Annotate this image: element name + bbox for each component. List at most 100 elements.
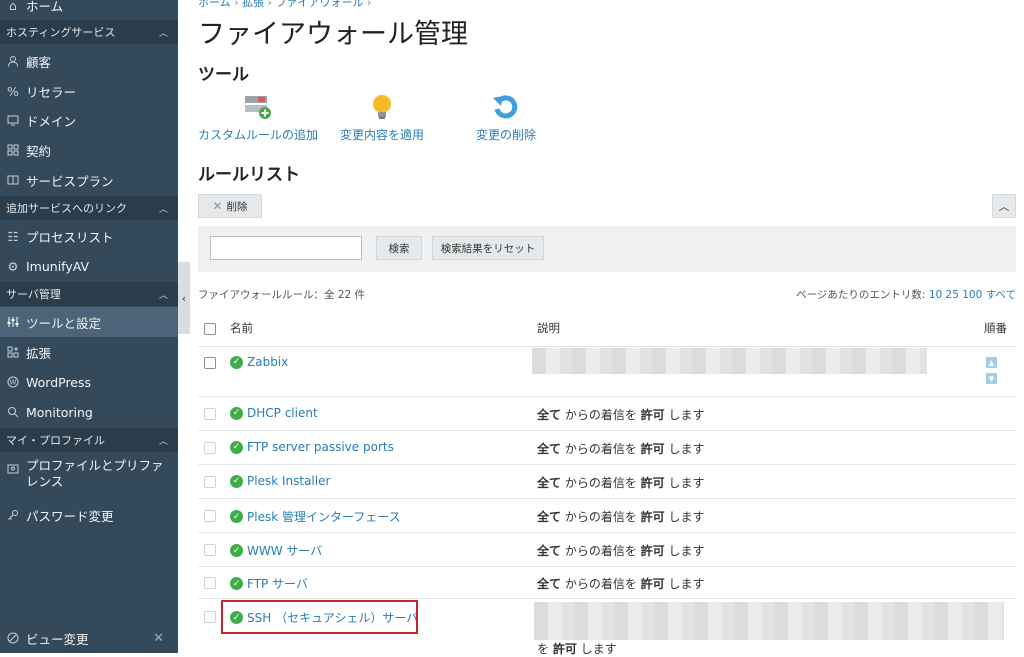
sidebar-item-change-password[interactable]: パスワード変更 <box>0 500 178 530</box>
breadcrumb-extensions[interactable]: 拡張 <box>242 0 264 9</box>
rule-name-link[interactable]: ✓ FTP サーバ <box>230 575 308 592</box>
desc-end: します <box>576 642 617 656</box>
search-button[interactable]: 検索 <box>376 236 422 260</box>
check-icon: ✓ <box>230 440 243 454</box>
row-checkbox[interactable] <box>204 357 216 369</box>
sidebar-item-tools-settings[interactable]: ツールと設定 <box>0 307 178 337</box>
sidebar-item-profile[interactable]: プロファイルとプリファ レンス <box>0 458 178 498</box>
move-up-button[interactable]: ▲ <box>986 357 997 368</box>
section-links[interactable]: 追加サービスへのリンク ︿ <box>0 196 178 220</box>
profile-icon <box>6 461 20 475</box>
row-checkbox[interactable] <box>204 544 216 556</box>
section-hosting[interactable]: ホスティングサービス ︿ <box>0 20 178 44</box>
rule-name: Plesk Installer <box>247 474 331 488</box>
sidebar-item-subscriptions[interactable]: 契約 <box>0 135 178 165</box>
section-my-profile[interactable]: マイ・プロファイル ︿ <box>0 428 178 452</box>
wordpress-icon: W <box>6 375 20 389</box>
row-checkbox[interactable] <box>204 408 216 420</box>
sidebar-item-imunifyav[interactable]: ⚙ ImunifyAV <box>0 251 178 281</box>
collapse-list-button[interactable]: ︿ <box>992 194 1016 218</box>
breadcrumb-home[interactable]: ホーム <box>198 0 231 9</box>
row-checkbox[interactable] <box>204 611 216 623</box>
column-order: 順番 <box>984 321 1007 335</box>
desc-end: します <box>664 408 705 422</box>
row-checkbox[interactable] <box>204 476 216 488</box>
sidebar-collapse-button[interactable]: ‹ <box>178 262 190 334</box>
per-page-100[interactable]: 100 <box>962 289 982 301</box>
close-icon[interactable]: ✕ <box>153 631 164 646</box>
sidebar-item-home[interactable]: ⌂ ホーム <box>0 0 178 20</box>
sidebar-item-change-view[interactable]: ビュー変更 ✕ <box>0 623 178 653</box>
rule-name-link[interactable]: ✓ Plesk 管理インターフェース <box>230 508 401 525</box>
select-all-checkbox[interactable] <box>204 323 216 335</box>
divider <box>198 566 1016 567</box>
section-server[interactable]: サーバ管理 ︿ <box>0 282 178 306</box>
extensions-icon <box>6 345 20 359</box>
row-checkbox[interactable] <box>204 510 216 522</box>
view-icon <box>6 631 20 645</box>
tool-remove-changes[interactable]: 変更の削除 <box>476 94 536 143</box>
desc-end: します <box>664 510 705 524</box>
desc-mid: からの着信を <box>561 442 641 456</box>
per-page-25[interactable]: 25 <box>946 289 959 301</box>
breadcrumb: ホーム › 拡張 › ファイアウォール › <box>198 0 371 10</box>
page-title: ファイアウォール管理 <box>198 19 468 50</box>
sidebar-item-resellers[interactable]: % リセラー <box>0 76 178 106</box>
sidebar-item-extensions[interactable]: 拡張 <box>0 337 178 367</box>
sliders-icon <box>6 315 20 329</box>
delete-button[interactable]: ✕ 削除 <box>198 194 262 218</box>
chevron-up-icon: ︿ <box>158 290 168 301</box>
divider <box>198 396 1016 397</box>
gear-icon: ⚙ <box>7 258 19 274</box>
rule-name-link[interactable]: ✓ Zabbix <box>230 355 288 369</box>
row-checkbox[interactable] <box>204 577 216 589</box>
desc-action: 許可 <box>640 476 665 490</box>
rule-name: Zabbix <box>247 355 289 369</box>
arrow-up-icon: ▲ <box>988 358 995 367</box>
sidebar-item-domains[interactable]: ドメイン <box>0 105 178 135</box>
sidebar-item-label: サービスプラン <box>26 173 114 189</box>
per-page-10[interactable]: 10 <box>929 289 942 301</box>
desc-mid: からの着信を <box>561 408 641 422</box>
sidebar: ⌂ ホーム ホスティングサービス ︿ 顧客 % リセラー ドメイン 契約 サービ… <box>0 0 178 653</box>
sidebar-item-monitoring[interactable]: Monitoring <box>0 397 178 427</box>
rule-name-link[interactable]: ✓ Plesk Installer <box>230 474 330 488</box>
rule-name-link[interactable]: ✓ DHCP client <box>230 406 318 420</box>
divider <box>198 598 1016 599</box>
reset-search-button[interactable]: 検索結果をリセット <box>432 236 544 260</box>
chevron-left-icon: ‹ <box>181 291 187 305</box>
section-label: 追加サービスへのリンク <box>6 202 127 215</box>
check-icon: ✓ <box>230 355 243 369</box>
column-name[interactable]: 名前 <box>230 320 253 336</box>
rule-description: 全て からの着信を 許可 します <box>537 440 705 457</box>
check-icon: ✓ <box>230 510 243 523</box>
sidebar-item-wordpress[interactable]: W WordPress <box>0 367 178 397</box>
chevron-up-icon: ︿ <box>158 28 168 39</box>
sidebar-item-service-plans[interactable]: サービスプラン <box>0 165 178 195</box>
rule-name-link[interactable]: ✓ WWW サーバ <box>230 542 322 559</box>
user-icon <box>6 54 20 68</box>
sidebar-item-label: 拡張 <box>26 345 52 361</box>
breadcrumb-firewall[interactable]: ファイアウォール <box>275 0 363 9</box>
percent-icon: % <box>7 83 19 99</box>
rule-description: を 許可 します <box>537 640 617 657</box>
move-down-button[interactable]: ▼ <box>986 373 997 384</box>
desc-mid: からの着信を <box>561 577 641 591</box>
sidebar-item-customers[interactable]: 顧客 <box>0 46 178 76</box>
rule-name: WWW サーバ <box>247 544 323 558</box>
desc-end: します <box>664 544 705 558</box>
row-checkbox[interactable] <box>204 442 216 454</box>
search-input[interactable] <box>210 236 362 260</box>
tool-apply-changes[interactable]: 変更内容を適用 <box>340 94 424 143</box>
section-label: サーバ管理 <box>6 288 61 301</box>
per-page-all[interactable]: すべて <box>986 289 1016 301</box>
sidebar-item-process-list[interactable]: ☷ プロセスリスト <box>0 221 178 251</box>
undo-icon <box>493 95 518 119</box>
desc-source: 全て <box>537 408 562 422</box>
book-icon <box>6 173 20 187</box>
sidebar-item-label: 顧客 <box>26 54 52 70</box>
desc-mid: からの着信を <box>561 510 641 524</box>
rule-name-link[interactable]: ✓ FTP server passive ports <box>230 440 394 454</box>
desc-source: 全て <box>537 544 562 558</box>
tool-add-custom-rule[interactable]: カスタムルールの追加 <box>198 94 318 143</box>
